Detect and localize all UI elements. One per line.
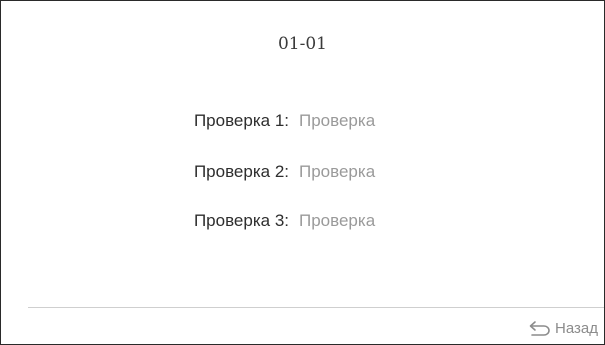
info-row-value: Проверка	[299, 111, 376, 130]
info-row-value: Проверка	[299, 211, 376, 230]
back-button-label: Назад	[555, 319, 598, 337]
back-button[interactable]: Назад	[528, 317, 598, 339]
info-row-1: Проверка 1: Проверка	[1, 109, 604, 133]
info-row-3: Проверка 3: Проверка	[1, 209, 604, 233]
footer-divider	[28, 307, 604, 308]
info-row-label: Проверка 1:	[193, 111, 289, 130]
page-title: 01-01	[277, 34, 327, 54]
info-row-label: Проверка 2:	[193, 162, 289, 181]
info-row-value: Проверка	[299, 162, 376, 181]
info-row-label: Проверка 3:	[193, 211, 289, 230]
return-arrow-icon	[528, 320, 552, 336]
info-row-2: Проверка 2: Проверка	[1, 160, 604, 184]
screen: 01-01 Проверка 1: Проверка Проверка 2: П…	[0, 0, 605, 345]
